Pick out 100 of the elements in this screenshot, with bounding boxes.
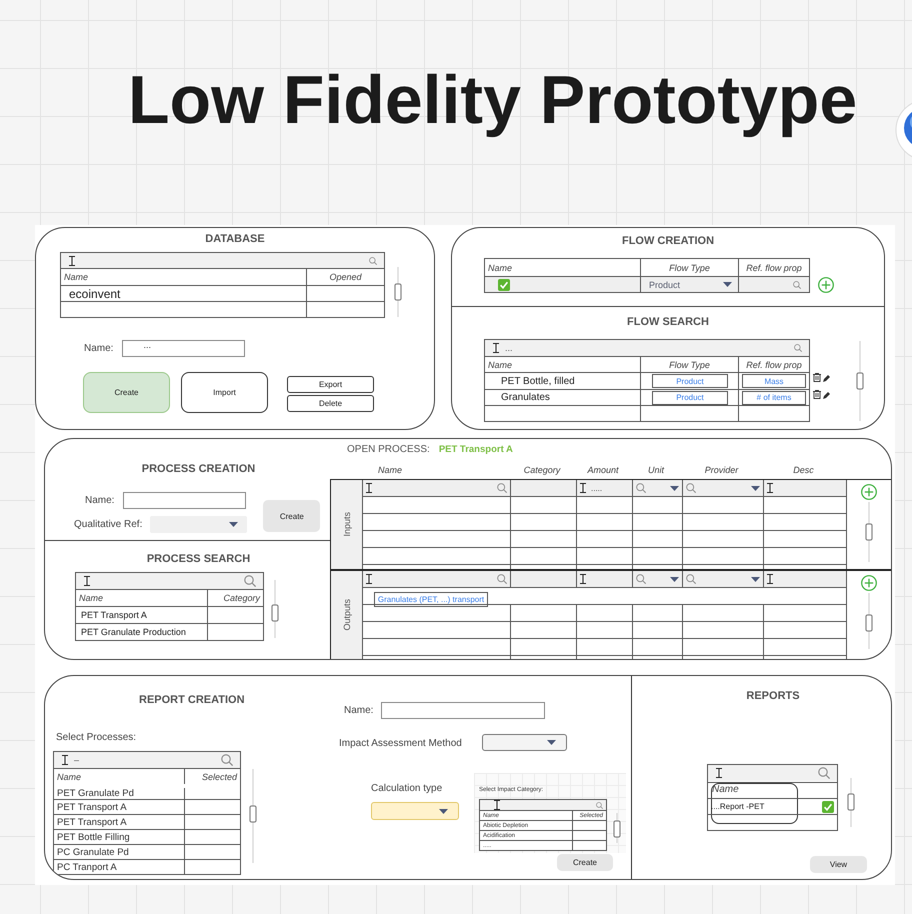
trash-icon[interactable] bbox=[813, 390, 821, 399]
column-header: Name bbox=[488, 360, 512, 370]
add-icon[interactable] bbox=[818, 277, 834, 293]
page-title: Low Fidelity Prototype bbox=[128, 62, 858, 138]
table-cell: Granulates bbox=[501, 392, 550, 403]
search-icon[interactable] bbox=[497, 574, 507, 584]
column-header: Category bbox=[524, 464, 560, 474]
search-icon[interactable] bbox=[596, 802, 603, 808]
table-cell: PET Bottle Filling bbox=[57, 832, 130, 842]
section-label: Inputs bbox=[342, 512, 352, 537]
column-header: Name bbox=[64, 272, 88, 282]
search-field[interactable] bbox=[61, 253, 384, 269]
scrollbar[interactable] bbox=[865, 502, 873, 562]
filter-field[interactable] bbox=[363, 571, 510, 587]
table-cell: PC Granulate Pd bbox=[57, 846, 129, 858]
filter-field[interactable] bbox=[763, 480, 846, 496]
column-header: Name bbox=[488, 262, 512, 272]
search-icon[interactable] bbox=[686, 483, 696, 493]
unit-dropdown[interactable] bbox=[632, 571, 682, 587]
search-icon[interactable] bbox=[636, 574, 646, 584]
create-button[interactable]: Create bbox=[557, 854, 613, 871]
scrollbar[interactable] bbox=[249, 769, 257, 863]
small-button[interactable]: Export bbox=[287, 376, 374, 393]
scrollbar[interactable] bbox=[613, 813, 621, 843]
filter-field[interactable] bbox=[510, 480, 576, 496]
search-field[interactable] bbox=[708, 765, 837, 781]
flow-type-field[interactable]: Product bbox=[652, 390, 728, 404]
column-header: Name bbox=[57, 772, 82, 782]
text-cursor-icon bbox=[580, 574, 586, 584]
filter-field[interactable] bbox=[363, 480, 510, 496]
text-cursor-icon bbox=[69, 256, 75, 266]
provider-dropdown[interactable] bbox=[682, 480, 763, 496]
search-field[interactable] bbox=[76, 573, 263, 589]
ref-flow-prop-field[interactable]: # of items bbox=[742, 390, 806, 404]
text-cursor-icon bbox=[84, 576, 90, 586]
flow-type-field[interactable]: Product bbox=[652, 374, 728, 388]
checkbox-icon[interactable] bbox=[498, 278, 510, 290]
pencil-icon[interactable] bbox=[823, 375, 830, 382]
filter-field[interactable] bbox=[763, 571, 846, 587]
search-field[interactable]: ... bbox=[485, 340, 809, 356]
add-icon[interactable] bbox=[861, 575, 877, 591]
table-cell: PC Tranport A bbox=[57, 862, 117, 872]
outline-button[interactable]: Import bbox=[181, 372, 268, 413]
search-icon[interactable] bbox=[636, 483, 646, 493]
search-icon[interactable] bbox=[686, 574, 696, 584]
create-button[interactable]: Create bbox=[263, 500, 320, 532]
provider-dropdown[interactable] bbox=[682, 571, 763, 587]
name-field[interactable] bbox=[381, 702, 546, 719]
primary-button[interactable]: Create bbox=[83, 372, 170, 413]
table-cell: PET Transport A bbox=[57, 802, 127, 812]
add-icon[interactable] bbox=[861, 484, 877, 500]
caret-icon bbox=[751, 576, 760, 582]
name-field[interactable]: ... bbox=[122, 340, 246, 357]
search-icon[interactable] bbox=[793, 280, 801, 288]
field-label: Impact Assessment Method bbox=[339, 738, 462, 749]
filter-field[interactable]: ..... bbox=[576, 480, 632, 496]
search-icon[interactable] bbox=[818, 767, 830, 779]
method-dropdown[interactable] bbox=[482, 734, 567, 750]
scrollbar[interactable] bbox=[271, 580, 279, 638]
checkbox-icon[interactable] bbox=[822, 800, 834, 812]
flow-name-field[interactable]: Granulates (PET, ...) transport bbox=[374, 592, 488, 607]
search-icon[interactable] bbox=[221, 754, 233, 766]
search-field[interactable]: – bbox=[54, 752, 240, 768]
text-cursor-icon bbox=[716, 768, 722, 778]
search-icon[interactable] bbox=[497, 483, 507, 493]
search-icon[interactable] bbox=[369, 257, 377, 265]
text-cursor-icon bbox=[580, 483, 586, 493]
table-cell: PET Bottle, filled bbox=[501, 376, 575, 386]
column-header: Ref. flow prop bbox=[746, 262, 802, 272]
panel-title: PROCESS SEARCH bbox=[146, 553, 250, 566]
search-icon[interactable] bbox=[244, 575, 256, 587]
search-icon[interactable] bbox=[794, 344, 802, 352]
text-cursor-icon bbox=[767, 483, 773, 493]
panel-title: FLOW SEARCH bbox=[627, 316, 709, 329]
scrollbar[interactable] bbox=[394, 267, 402, 317]
column-header: Flow Type bbox=[669, 360, 710, 370]
filter-field[interactable] bbox=[510, 571, 576, 587]
panel-title: DATABASE bbox=[205, 233, 265, 246]
caret-icon bbox=[751, 486, 760, 490]
small-button[interactable]: Delete bbox=[287, 395, 374, 412]
text-cursor-icon bbox=[62, 755, 68, 765]
column-header: Opened bbox=[329, 272, 362, 282]
globe-icon[interactable] bbox=[895, 100, 912, 160]
view-button[interactable]: View bbox=[810, 856, 867, 873]
caret-icon bbox=[439, 808, 448, 814]
pencil-icon[interactable] bbox=[823, 392, 830, 399]
filter-field[interactable] bbox=[576, 571, 632, 587]
scrollbar[interactable] bbox=[865, 593, 873, 649]
ref-flow-prop-field[interactable]: Mass bbox=[742, 374, 806, 388]
scrollbar[interactable] bbox=[847, 778, 855, 827]
scrollbar[interactable] bbox=[856, 341, 864, 421]
table-cell-text: ecoinvent bbox=[68, 286, 120, 300]
trash-icon[interactable] bbox=[813, 373, 821, 382]
search-field[interactable] bbox=[480, 800, 606, 810]
name-field[interactable] bbox=[123, 492, 246, 509]
unit-dropdown[interactable] bbox=[632, 480, 682, 496]
text-cursor-icon bbox=[494, 800, 500, 810]
field-label: Calculation type bbox=[371, 783, 442, 794]
field-label: Qualitative Ref: bbox=[74, 519, 142, 530]
column-header: Amount bbox=[587, 464, 619, 474]
